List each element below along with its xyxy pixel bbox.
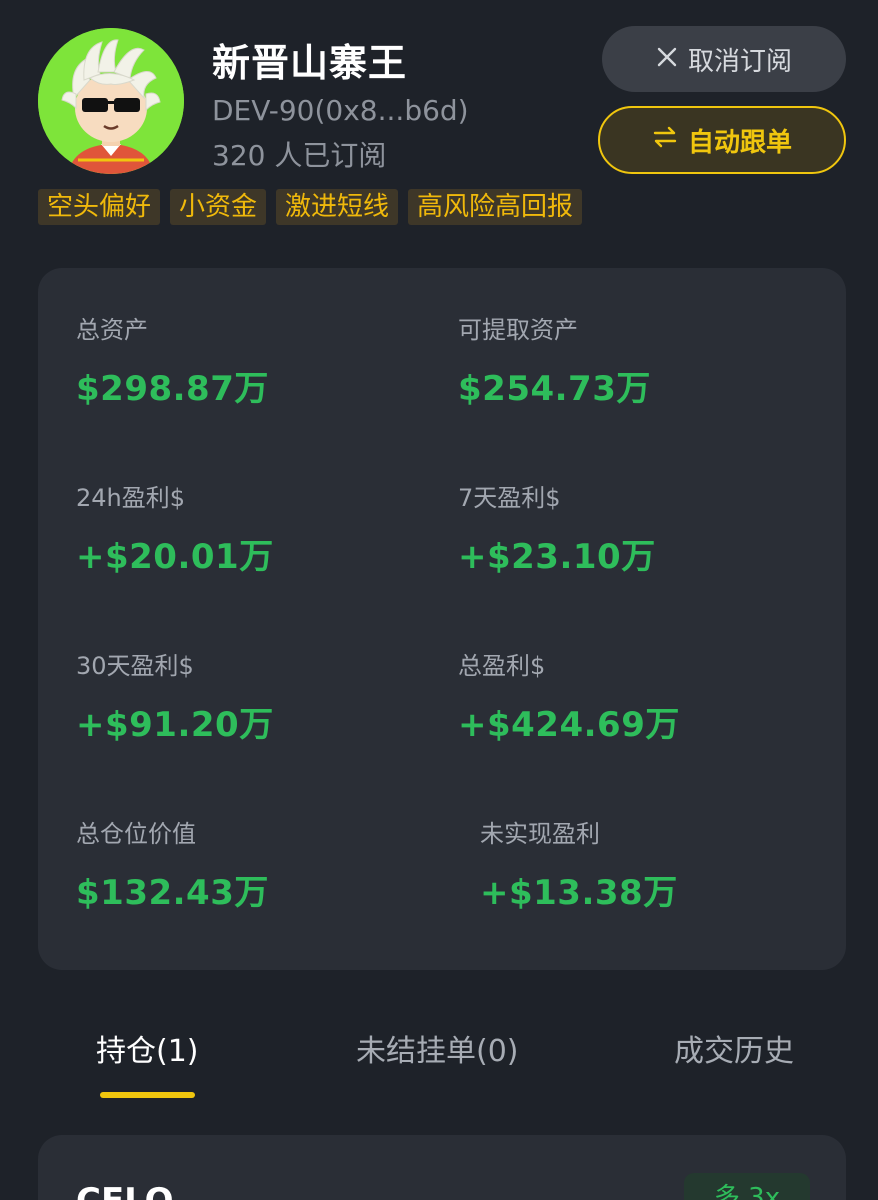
stat-label: 30天盈利$ [76,652,194,680]
subscriber-count: 320 人已订阅 [212,139,387,172]
tab-open-orders[interactable]: 未结挂单(0) [356,1026,519,1070]
stat-withdrawable-assets: 可提取资产 $254.73万 [458,310,651,410]
stat-value: $254.73万 [458,369,651,409]
tag: 空头偏好 [38,189,161,225]
stat-value: $298.87万 [76,369,269,409]
position-symbol: CELO [76,1181,174,1200]
stat-7d-profit: 7天盈利$ +$23.10万 [458,478,656,578]
stat-unrealized-profit: 未实现盈利 +$13.38万 [480,814,678,914]
auto-follow-button[interactable]: 自动跟单 [598,106,846,174]
stat-24h-profit: 24h盈利$ +$20.01万 [76,478,274,578]
stat-label: 总盈利$ [458,652,546,680]
tag: 高风险高回报 [408,189,583,225]
stat-value: +$20.01万 [76,537,274,577]
stat-label: 总资产 [76,316,148,344]
stat-label: 7天盈利$ [458,484,561,512]
stat-value: +$23.10万 [458,537,656,577]
stat-label: 可提取资产 [458,316,578,344]
tag: 激进短线 [276,189,399,225]
tab-positions[interactable]: 持仓(1) [96,1026,199,1070]
trader-address: DEV-90(0x8...b6d) [212,94,469,127]
unsubscribe-label: 取消订阅 [687,45,792,76]
stat-total-position-value: 总仓位价值 $132.43万 [76,814,269,914]
position-side-badge: 多 3x [684,1173,810,1200]
unsubscribe-button[interactable]: 取消订阅 [602,26,846,92]
position-card[interactable]: CELO 多 3x [38,1135,846,1200]
stat-30d-profit: 30天盈利$ +$91.20万 [76,646,274,746]
stat-value: +$91.20万 [76,705,274,745]
swap-arrows-icon [652,125,678,156]
stat-total-assets: 总资产 $298.87万 [76,310,269,410]
trader-name: 新晋山寨王 [212,41,408,85]
tag: 小资金 [170,189,267,225]
trader-tags: 空头偏好 小资金 激进短线 高风险高回报 [38,189,583,225]
stats-card: 总资产 $298.87万 可提取资产 $254.73万 24h盈利$ +$20.… [38,268,846,970]
auto-follow-label: 自动跟单 [687,126,792,157]
stat-label: 总仓位价值 [76,820,196,848]
stat-value: $132.43万 [76,873,269,913]
stat-label: 未实现盈利 [480,820,600,848]
avatar-illustration [38,28,184,174]
stat-total-profit: 总盈利$ +$424.69万 [458,646,680,746]
tab-trade-history[interactable]: 成交历史 [674,1026,794,1070]
stat-value: +$424.69万 [458,705,680,745]
trader-avatar[interactable] [38,28,184,174]
active-tab-indicator [100,1092,195,1098]
stat-label: 24h盈利$ [76,484,186,512]
close-icon [656,44,678,75]
trader-profile-page: 新晋山寨王 DEV-90(0x8...b6d) 320 人已订阅 取消订阅 自动… [0,0,878,1200]
stat-value: +$13.38万 [480,873,678,913]
